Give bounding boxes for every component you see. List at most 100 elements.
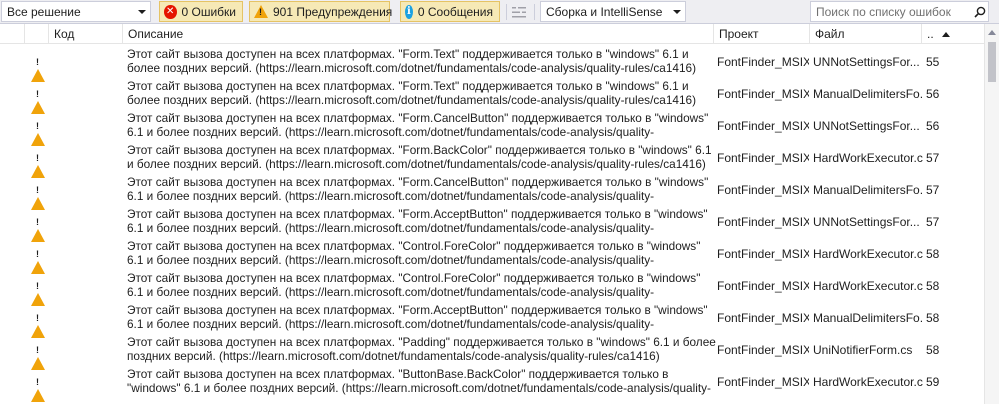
row-project: FontFinder_MSIX (717, 119, 809, 133)
scroll-up-icon[interactable] (988, 30, 996, 35)
row-file: UniNotifierForm.cs (813, 343, 913, 357)
table-row[interactable]: Этот сайт вызова доступен на всех платфо… (0, 77, 984, 114)
row-description: Этот сайт вызова доступен на всех платфо… (127, 47, 696, 75)
row-project: FontFinder_MSIX (717, 215, 809, 229)
row-project: FontFinder_MSIX (717, 279, 809, 293)
error-list-toolbar: Все решение ✕ 0 Ошибки 901 Предупреждени… (0, 0, 999, 24)
warning-icon (31, 87, 45, 114)
warning-icon (31, 151, 45, 178)
info-icon: i (405, 4, 413, 19)
warning-icon (31, 343, 45, 370)
row-project: FontFinder_MSIX (717, 87, 809, 101)
row-line: 57 (926, 215, 940, 229)
row-line: 58 (926, 311, 940, 325)
table-row[interactable]: Этот сайт вызова доступен на всех платфо… (0, 109, 984, 146)
row-file: ManualDelimitersFo... (813, 311, 923, 325)
row-line: 56 (926, 119, 940, 133)
row-file: ManualDelimitersFo... (813, 183, 923, 197)
row-project: FontFinder_MSIX (717, 375, 809, 389)
row-description: Этот сайт вызова доступен на всех платфо… (127, 335, 716, 363)
chevron-down-icon (669, 2, 685, 21)
column-header-project-label: Проект (719, 27, 759, 41)
search-box[interactable] (810, 1, 989, 22)
column-header-icon[interactable] (0, 24, 24, 44)
error-icon: ✕ (164, 4, 177, 19)
row-description: Этот сайт вызова доступен на всех платфо… (127, 239, 701, 268)
column-header-file[interactable]: Файл (809, 24, 921, 44)
scope-dropdown[interactable]: Все решение (1, 1, 151, 22)
warning-icon (31, 119, 45, 146)
warning-icon (31, 55, 45, 82)
row-line: 58 (926, 279, 940, 293)
table-row[interactable]: Этот сайт вызова доступен на всех платфо… (0, 365, 984, 402)
build-filter-dropdown[interactable]: Сборка и IntelliSense (540, 1, 686, 22)
warnings-filter-label: 901 Предупреждения (273, 4, 393, 19)
warning-icon (31, 247, 45, 274)
vertical-scrollbar[interactable] (984, 24, 999, 404)
column-header-code[interactable]: Код (48, 24, 122, 44)
row-file: HardWorkExecutor.cs (813, 151, 923, 165)
table-row[interactable]: Этот сайт вызова доступен на всех платфо… (0, 205, 984, 242)
row-line: 56 (926, 87, 940, 101)
filter-icon[interactable] (511, 5, 527, 19)
row-line: 57 (926, 183, 940, 197)
row-description: Этот сайт вызова доступен на всех платфо… (127, 303, 708, 332)
row-line: 55 (926, 55, 940, 69)
row-description: Этот сайт вызова доступен на всех платфо… (127, 207, 708, 236)
row-line: 59 (926, 375, 940, 389)
error-list-rows: Этот сайт вызова доступен на всех платфо… (0, 45, 984, 402)
search-input[interactable] (816, 4, 971, 19)
warning-icon (31, 375, 45, 402)
row-description: Этот сайт вызова доступен на всех платфо… (127, 79, 696, 107)
sort-ascending-icon (941, 31, 950, 37)
row-file: HardWorkExecutor.cs (813, 375, 923, 389)
table-row[interactable]: Этот сайт вызова доступен на всех платфо… (0, 45, 984, 82)
row-file: UNNotSettingsFor... (813, 55, 920, 69)
search-icon[interactable] (971, 2, 988, 21)
row-file: ManualDelimitersFo... (813, 87, 923, 101)
column-header-line-label: .. (927, 27, 934, 41)
warnings-filter-button[interactable]: 901 Предупреждения (249, 1, 393, 22)
scope-value: Все решение (7, 4, 81, 19)
row-description: Этот сайт вызова доступен на всех платфо… (127, 111, 709, 140)
chevron-down-icon (134, 2, 150, 21)
table-row[interactable]: Этот сайт вызова доступен на всех платфо… (0, 141, 984, 178)
toolbar-separator (534, 4, 535, 20)
table-row[interactable]: Этот сайт вызова доступен на всех платфо… (0, 173, 984, 210)
messages-filter-label: 0 Сообщения (417, 4, 493, 19)
build-filter-value: Сборка и IntelliSense (546, 4, 663, 19)
column-header-code-label: Код (54, 27, 75, 41)
warning-icon (31, 183, 45, 210)
row-description: Этот сайт вызова доступен на всех платфо… (127, 143, 712, 171)
row-line: 57 (926, 151, 940, 165)
table-row[interactable]: Этот сайт вызова доступен на всех платфо… (0, 301, 984, 338)
warning-icon (254, 5, 268, 18)
row-file: HardWorkExecutor.cs (813, 279, 923, 293)
scrollbar-thumb[interactable] (988, 42, 996, 82)
column-header-description-label: Описание (128, 27, 184, 41)
messages-filter-button[interactable]: i 0 Сообщения (400, 1, 500, 22)
row-project: FontFinder_MSIX (717, 343, 809, 357)
table-row[interactable]: Этот сайт вызова доступен на всех платфо… (0, 333, 984, 370)
row-description: Этот сайт вызова доступен на всех платфо… (127, 175, 709, 204)
row-project: FontFinder_MSIX (717, 151, 809, 165)
row-project: FontFinder_MSIX (717, 311, 809, 325)
row-project: FontFinder_MSIX (717, 183, 809, 197)
column-header-project[interactable]: Проект (713, 24, 809, 44)
table-row[interactable]: Этот сайт вызова доступен на всех платфо… (0, 237, 984, 274)
row-file: UNNotSettingsFor... (813, 215, 920, 229)
warning-icon (31, 279, 45, 306)
toolbar-separator (506, 4, 507, 20)
row-project: FontFinder_MSIX (717, 247, 809, 261)
errors-filter-label: 0 Ошибки (181, 4, 237, 19)
table-row[interactable]: Этот сайт вызова доступен на всех платфо… (0, 269, 984, 306)
row-project: FontFinder_MSIX (717, 55, 809, 69)
column-header-spacer[interactable] (24, 24, 48, 44)
row-description: Этот сайт вызова доступен на всех платфо… (127, 367, 711, 396)
column-header-row: Код Описание Проект Файл .. (0, 24, 999, 44)
column-header-line[interactable]: .. (921, 24, 984, 44)
warning-icon (31, 215, 45, 242)
row-file: UNNotSettingsFor... (813, 119, 920, 133)
errors-filter-button[interactable]: ✕ 0 Ошибки (159, 1, 243, 22)
column-header-description[interactable]: Описание (122, 24, 713, 44)
